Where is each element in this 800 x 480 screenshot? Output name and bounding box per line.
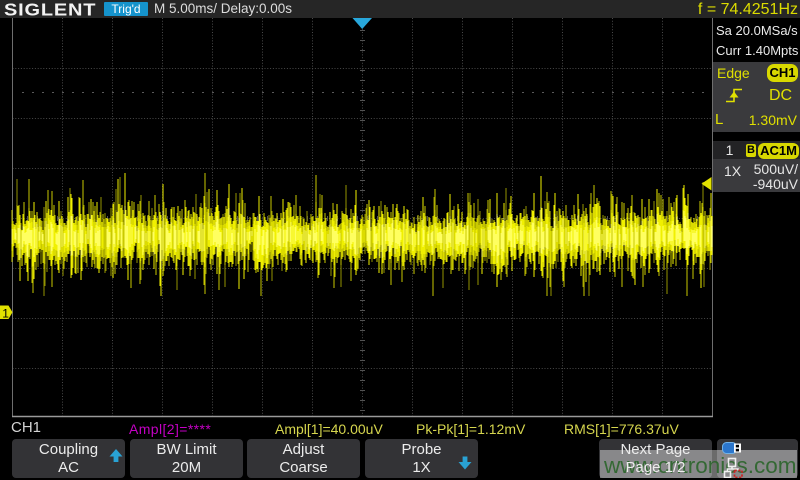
svg-text:1: 1 (2, 307, 9, 321)
